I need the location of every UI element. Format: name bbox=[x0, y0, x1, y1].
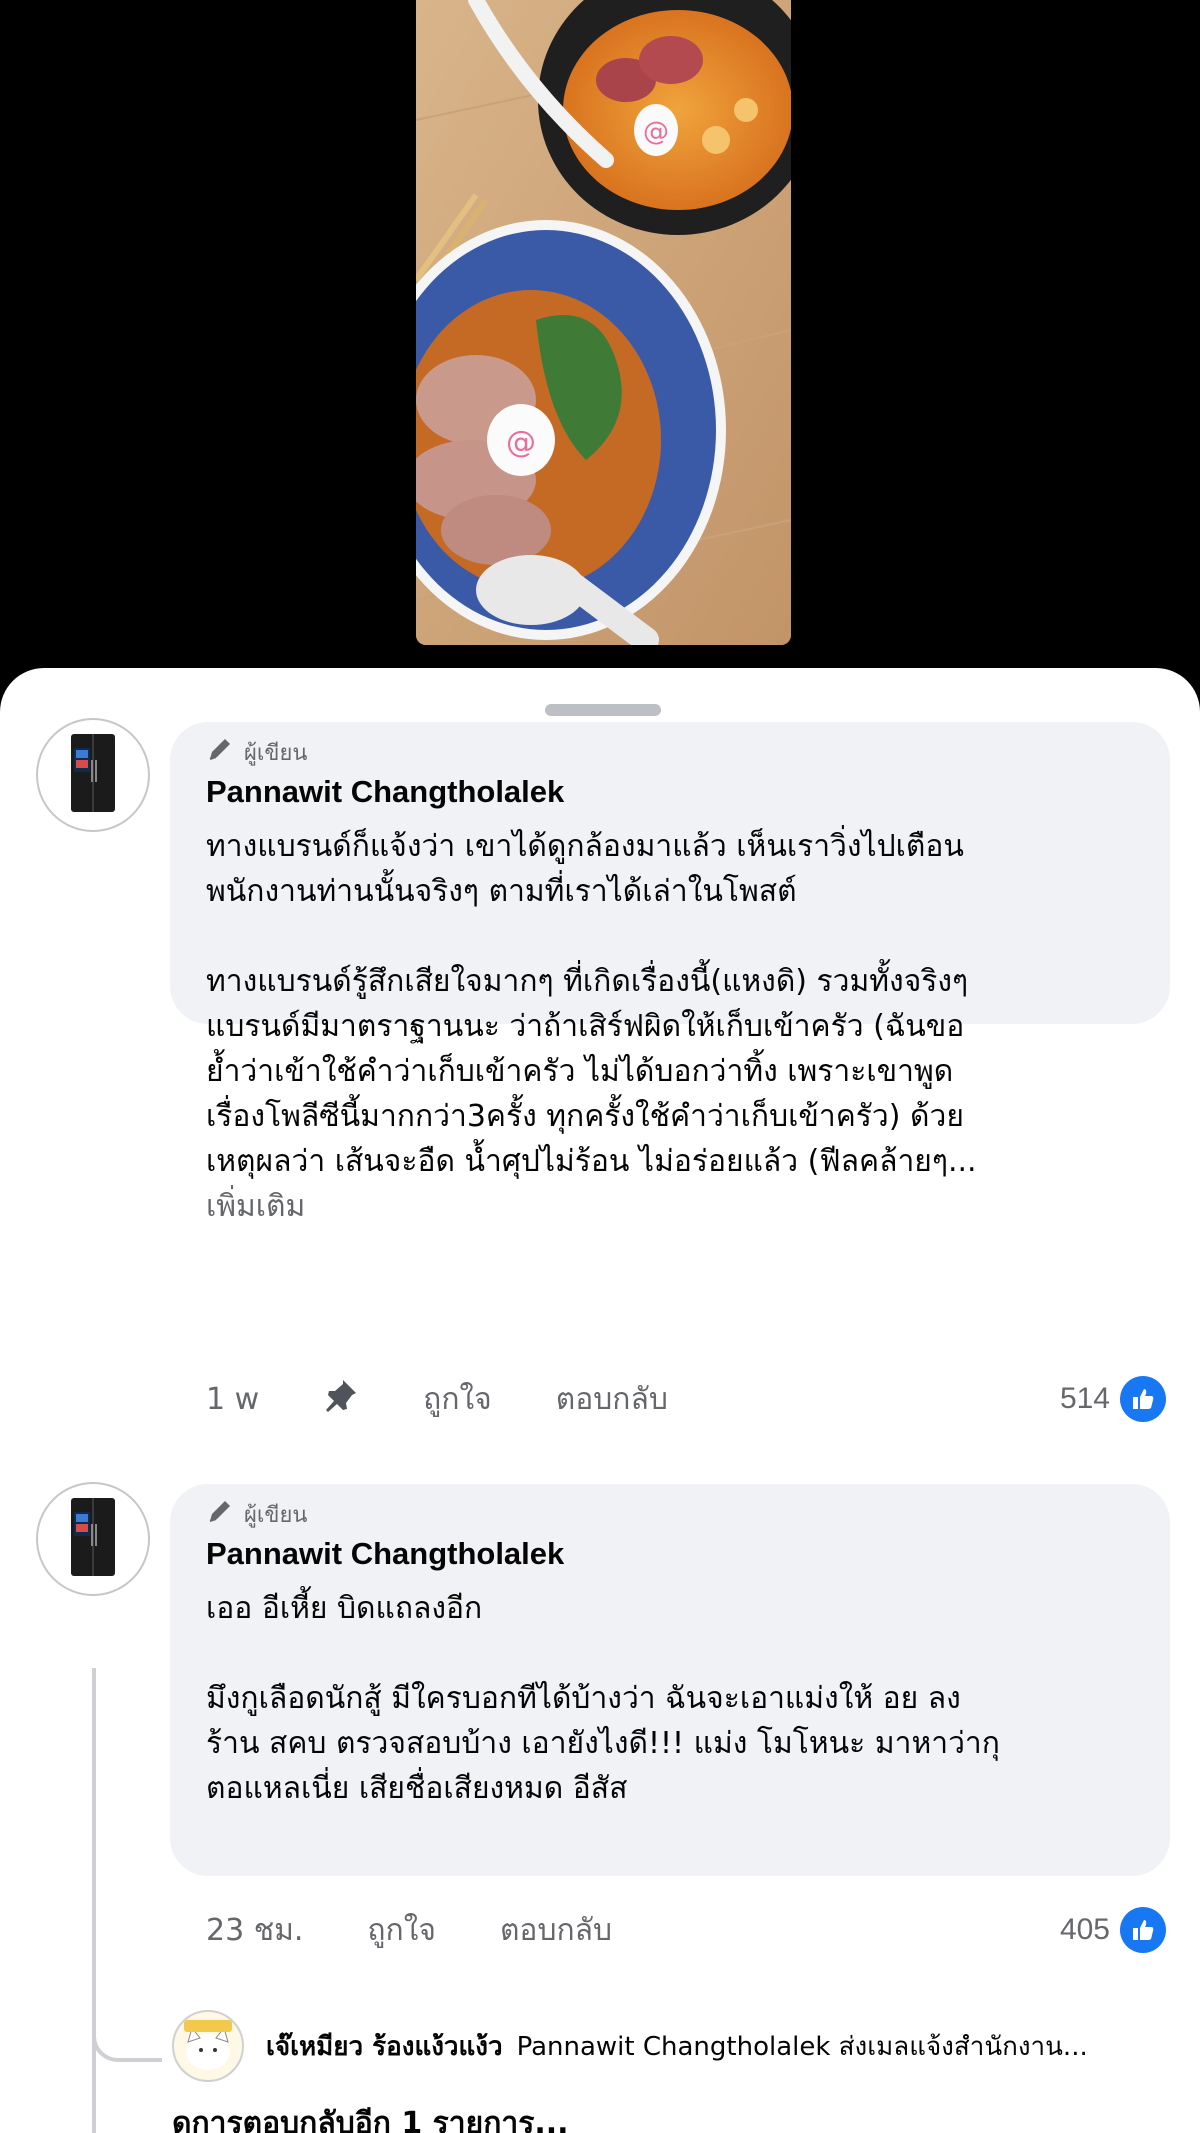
see-more-link[interactable]: เพิ่มเติม bbox=[206, 1184, 1136, 1229]
comment-bubble: ผู้เขียน Pannawit Changtholalek ทางแบรนด… bbox=[170, 722, 1170, 1224]
like-thumb-icon bbox=[1120, 1907, 1166, 1953]
comment-line: ตอแหลเนี่ย เสียชื่อเสียงหมด อีสัส bbox=[206, 1771, 628, 1806]
comment-actions: 23 ชม. ถูกใจ ตอบกลับ bbox=[206, 1905, 676, 1955]
pin-icon[interactable] bbox=[323, 1377, 359, 1421]
comment-line: ทางแบรนด์รู้สึกเสียใจมากๆ ที่เกิดเรื่องน… bbox=[206, 964, 969, 999]
comment-body: ทางแบรนด์ก็แจ้งว่า เขาได้ดูกล้องมาแล้ว เ… bbox=[206, 824, 1136, 1229]
pencil-icon bbox=[206, 735, 234, 769]
comments-sheet: ผู้เขียน Pannawit Changtholalek ทางแบรนด… bbox=[0, 668, 1200, 2133]
svg-text:@: @ bbox=[643, 117, 669, 147]
reply-snippet: Pannawit Changtholalek ส่งเมลแจ้งสำนักงา… bbox=[516, 2031, 1088, 2062]
reaction-count-value: 514 bbox=[1059, 1382, 1110, 1415]
comment-bubble: ผู้เขียน Pannawit Changtholalek เออ อีเห… bbox=[170, 1484, 1170, 1876]
nested-reply-preview[interactable]: เจ๊เหมียว ร้องแง้วแง้ว Pannawit Changtho… bbox=[172, 2010, 1088, 2082]
comment-time[interactable]: 23 ชม. bbox=[206, 1907, 303, 1954]
comment-time[interactable]: 1 w bbox=[206, 1382, 259, 1417]
thread-connector-curve bbox=[92, 2028, 162, 2062]
comment-line: แบรนด์มีมาตราฐานนะ ว่าถ้าเสิร์ฟผิดให้เก็… bbox=[206, 1009, 965, 1044]
comment-body: เออ อีเหี้ย บิดแถลงอีก มึงกูเลือดนักสู้ … bbox=[206, 1586, 1136, 1811]
author-tag-label: ผู้เขียน bbox=[244, 1502, 308, 1528]
thread-connector bbox=[92, 1668, 96, 2133]
comment-author[interactable]: Pannawit Changtholalek bbox=[206, 1534, 1136, 1574]
author-tag: ผู้เขียน bbox=[206, 1498, 1136, 1530]
pencil-icon bbox=[206, 1497, 234, 1531]
avatar[interactable] bbox=[36, 1482, 150, 1596]
svg-text:@: @ bbox=[506, 425, 536, 460]
comment-line: ทางแบรนด์ก็แจ้งว่า เขาได้ดูกล้องมาแล้ว เ… bbox=[206, 829, 964, 864]
comment-line: เรื่องโพลีซีนี้มากกว่า3ครั้ง ทุกครั้งใช้… bbox=[206, 1099, 964, 1134]
reaction-count[interactable]: 405 bbox=[1060, 1905, 1166, 1955]
avatar[interactable] bbox=[36, 718, 150, 832]
comment-line: มึงกูเลือดนักสู้ มีใครบอกทีได้บ้างว่า ฉั… bbox=[206, 1681, 961, 1716]
refrigerator-avatar-icon bbox=[71, 1498, 115, 1576]
view-more-replies-link[interactable]: ดูการตอบกลับอีก 1 รายการ... bbox=[172, 2100, 569, 2133]
comment-author[interactable]: Pannawit Changtholalek bbox=[206, 772, 1136, 812]
drag-handle[interactable] bbox=[545, 704, 661, 716]
avatar[interactable] bbox=[172, 2010, 244, 2082]
like-thumb-icon bbox=[1120, 1376, 1166, 1422]
comment-line: ย้ำว่าเข้าใช้คำว่าเก็บเข้าครัว ไม่ได้บอก… bbox=[206, 1054, 954, 1089]
reply-author[interactable]: เจ๊เหมียว ร้องแง้วแง้ว bbox=[266, 2026, 503, 2067]
comment-line: ร้าน สคบ ตรวจสอบบ้าง เอายังไงดี!!! แม่ง … bbox=[206, 1726, 1000, 1761]
reaction-count-value: 405 bbox=[1059, 1913, 1110, 1946]
refrigerator-avatar-icon bbox=[71, 734, 115, 812]
author-tag-label: ผู้เขียน bbox=[244, 740, 308, 766]
reply-button[interactable]: ตอบกลับ bbox=[500, 1907, 612, 1954]
reply-button[interactable]: ตอบกลับ bbox=[556, 1376, 668, 1423]
cat-avatar-icon bbox=[184, 2020, 232, 2070]
comment-actions: 1 w ถูกใจ ตอบกลับ bbox=[206, 1374, 732, 1424]
comment-line: พนักงานท่านนั้นจริงๆ ตามที่เราได้เล่าในโ… bbox=[206, 874, 797, 909]
comment-line: เออ อีเหี้ย บิดแถลงอีก bbox=[206, 1591, 483, 1626]
like-button[interactable]: ถูกใจ bbox=[423, 1376, 492, 1423]
ramen-photo-image: @ @ bbox=[416, 0, 791, 645]
reaction-count[interactable]: 514 bbox=[1060, 1374, 1166, 1424]
author-tag: ผู้เขียน bbox=[206, 736, 1136, 768]
like-button[interactable]: ถูกใจ bbox=[367, 1907, 436, 1954]
post-photo[interactable]: @ @ bbox=[416, 0, 791, 645]
comment-line: เหตุผลว่า เส้นจะอืด น้ำศุปไม่ร้อน ไม่อร่… bbox=[206, 1144, 977, 1179]
